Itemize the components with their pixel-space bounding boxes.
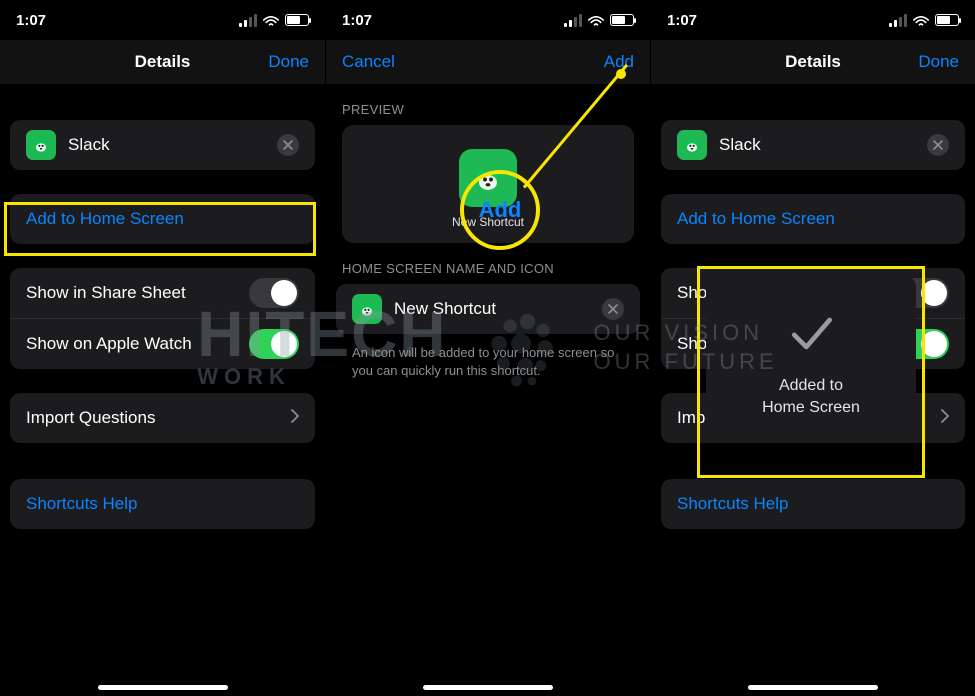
- clear-name-button[interactable]: [277, 134, 299, 156]
- battery-icon: [285, 14, 309, 26]
- status-indicators: [239, 14, 309, 27]
- share-sheet-label: Show in Share Sheet: [26, 283, 249, 303]
- cellular-icon: [239, 14, 257, 27]
- clock: 1:07: [342, 12, 372, 29]
- nav-title: Details: [76, 52, 249, 72]
- home-icon-picker[interactable]: [352, 294, 382, 324]
- status-bar: 1:07: [651, 0, 975, 40]
- done-button[interactable]: Done: [249, 52, 309, 72]
- home-name-input[interactable]: New Shortcut: [394, 299, 602, 319]
- shortcut-icon[interactable]: [26, 130, 56, 160]
- shortcut-name-row[interactable]: Slack: [661, 120, 965, 170]
- phone-scene-2: 1:07 Cancel Add PREVIEW New Shortcut HOM…: [325, 0, 650, 696]
- shortcuts-help-label: Shortcuts Help: [26, 494, 299, 514]
- shortcuts-help-label: Shortcuts Help: [677, 494, 949, 514]
- cellular-icon: [889, 14, 907, 27]
- wifi-icon: [588, 14, 604, 26]
- added-toast-text: Added to Home Screen: [762, 375, 860, 418]
- battery-icon: [935, 14, 959, 26]
- phone-scene-1: 1:07 Details Done Slack: [0, 0, 325, 696]
- battery-icon: [610, 14, 634, 26]
- add-to-home-label: Add to Home Screen: [26, 209, 299, 229]
- checkmark-icon: [783, 305, 839, 361]
- clock: 1:07: [667, 12, 697, 29]
- cellular-icon: [564, 14, 582, 27]
- apple-watch-switch[interactable]: [249, 329, 299, 359]
- status-bar: 1:07: [0, 0, 325, 40]
- phone-scene-3: 1:07 Details Done Slack: [650, 0, 975, 696]
- home-indicator[interactable]: [98, 685, 228, 690]
- status-indicators: [889, 14, 959, 27]
- nav-bar: Details Done: [651, 40, 975, 84]
- home-help-text: An icon will be added to your home scree…: [326, 334, 650, 390]
- wifi-icon: [913, 14, 929, 26]
- share-sheet-switch[interactable]: [249, 278, 299, 308]
- home-indicator[interactable]: [423, 685, 553, 690]
- status-indicators: [564, 14, 634, 27]
- shortcut-name-row[interactable]: Slack: [10, 120, 315, 170]
- import-questions-label: Import Questions: [26, 408, 291, 428]
- chevron-right-icon: [291, 408, 299, 428]
- done-button[interactable]: Done: [899, 52, 959, 72]
- wifi-icon: [263, 14, 279, 26]
- cancel-button[interactable]: Cancel: [342, 52, 402, 72]
- chevron-right-icon: [941, 408, 949, 428]
- nav-title: Details: [727, 52, 899, 72]
- add-to-home-button[interactable]: Add to Home Screen: [10, 194, 315, 244]
- preview-app-name: New Shortcut: [452, 215, 524, 229]
- home-icon-section-label: HOME SCREEN NAME AND ICON: [326, 243, 650, 284]
- import-questions-button[interactable]: Import Questions: [10, 393, 315, 443]
- add-to-home-button[interactable]: Add to Home Screen: [661, 194, 965, 244]
- apple-watch-label: Show on Apple Watch: [26, 334, 249, 354]
- preview-section-label: PREVIEW: [326, 84, 650, 125]
- shortcut-name-text: Slack: [719, 135, 927, 155]
- shortcut-name-text: Slack: [68, 135, 277, 155]
- home-indicator[interactable]: [748, 685, 878, 690]
- nav-bar: Details Done: [0, 40, 325, 84]
- apple-watch-row[interactable]: Show on Apple Watch: [10, 318, 315, 369]
- share-sheet-row[interactable]: Show in Share Sheet: [10, 268, 315, 318]
- home-name-row[interactable]: New Shortcut: [336, 284, 640, 334]
- shortcuts-help-button[interactable]: Shortcuts Help: [661, 479, 965, 529]
- shortcuts-help-button[interactable]: Shortcuts Help: [10, 479, 315, 529]
- clear-name-button[interactable]: [927, 134, 949, 156]
- preview-app-icon: [459, 149, 517, 207]
- add-to-home-label: Add to Home Screen: [677, 209, 949, 229]
- status-bar: 1:07: [326, 0, 650, 40]
- clock: 1:07: [16, 12, 46, 29]
- clear-name-button[interactable]: [602, 298, 624, 320]
- add-confirm-button[interactable]: Add: [574, 52, 634, 72]
- preview-card: New Shortcut: [342, 125, 634, 243]
- nav-bar: Cancel Add: [326, 40, 650, 84]
- shortcut-icon[interactable]: [677, 130, 707, 160]
- added-toast: Added to Home Screen: [706, 275, 916, 440]
